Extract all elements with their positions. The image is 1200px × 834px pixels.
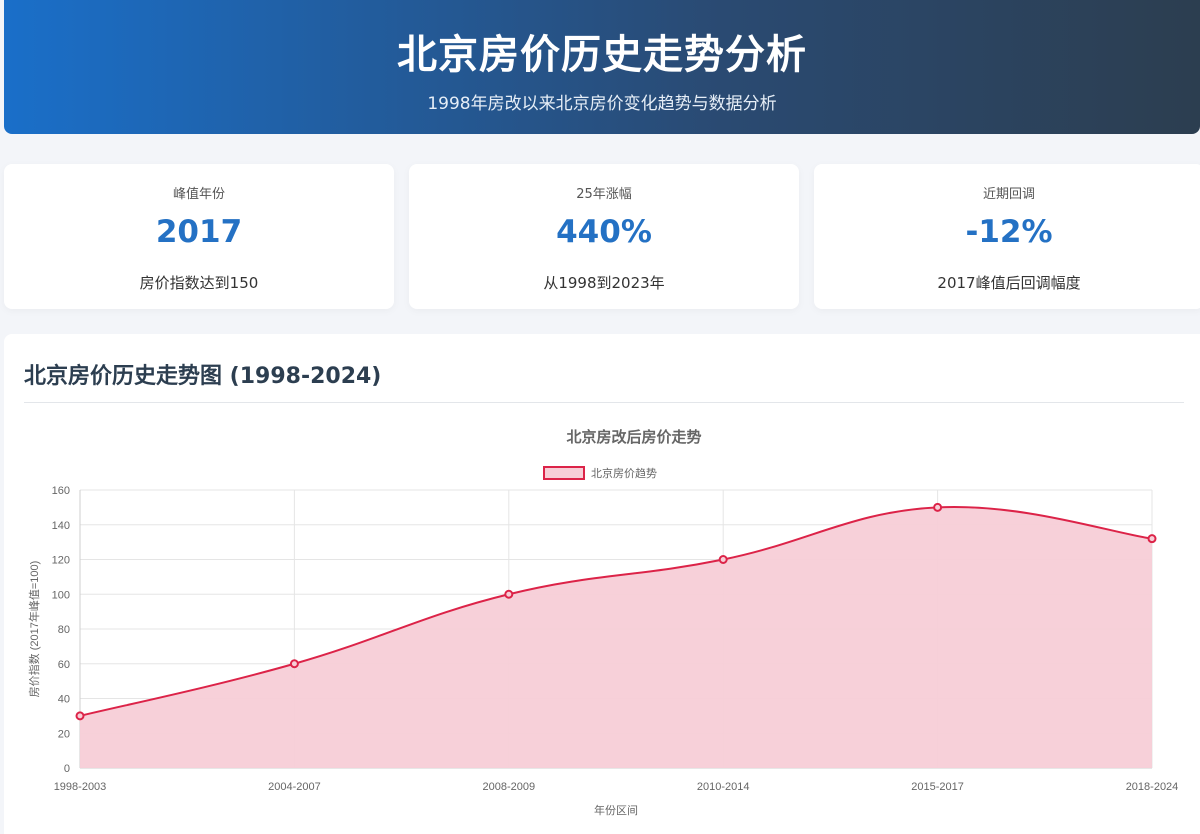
chart-panel: 北京房价历史走势图 (1998-2024) 0 20 40 60 80 100 120 140… — [4, 334, 1200, 834]
stat-label: 近期回调 — [982, 187, 1035, 202]
data-point — [504, 589, 514, 599]
stat-card-peak-year: 峰值年份 2017 房价指数达到150 — [4, 164, 394, 309]
data-point — [75, 711, 85, 721]
y-tick-label: 120 — [52, 555, 70, 567]
y-tick-label: 40 — [58, 694, 70, 706]
x-tick-label: 2004-2007 — [268, 781, 321, 793]
y-tick-label: 20 — [58, 728, 70, 740]
stat-value: 440% — [556, 214, 652, 250]
data-point — [933, 502, 943, 512]
stat-desc: 房价指数达到150 — [139, 274, 259, 292]
series-area — [80, 506, 1152, 768]
y-tick-label: 100 — [52, 589, 70, 601]
stat-card-growth: 25年涨幅 440% 从1998到2023年 — [409, 164, 799, 309]
y-tick-label: 0 — [64, 763, 70, 775]
x-tick-label: 2008-2009 — [482, 781, 535, 793]
page-subtitle: 1998年房改以来北京房价变化趋势与数据分析 — [427, 94, 777, 114]
y-tick-label: 60 — [58, 659, 70, 671]
legend-label: 北京房价趋势 — [591, 466, 657, 480]
x-axis-label: 年份区间 — [594, 803, 638, 817]
page-header: 北京房价历史走势分析 1998年房改以来北京房价变化趋势与数据分析 — [4, 0, 1200, 134]
x-tick-label: 2015-2017 — [911, 781, 964, 793]
chart-title: 北京房改后房价走势 — [566, 428, 701, 446]
x-tick-label: 2010-2014 — [697, 781, 750, 793]
stat-desc: 从1998到2023年 — [543, 274, 665, 292]
stat-label: 25年涨幅 — [576, 187, 632, 202]
stat-value: -12% — [965, 214, 1053, 250]
x-tick-label: 2018-2024 — [1126, 781, 1179, 793]
y-axis-label: 房价指数 (2017年峰值=100) — [27, 561, 41, 698]
legend-swatch — [543, 466, 585, 480]
y-tick-label: 160 — [52, 485, 70, 497]
data-point — [1147, 534, 1157, 544]
stat-desc: 2017峰值后回调幅度 — [937, 274, 1081, 292]
page-title: 北京房价历史走势分析 — [397, 32, 807, 78]
data-point — [289, 659, 299, 669]
y-tick-label: 140 — [52, 520, 70, 532]
stat-value: 2017 — [155, 214, 243, 250]
x-tick-label: 1998-2003 — [54, 781, 107, 793]
data-point — [718, 555, 728, 564]
y-tick-label: 80 — [58, 624, 70, 636]
stat-label: 峰值年份 — [172, 187, 225, 202]
stat-card-correction: 近期回调 -12% 2017峰值后回调幅度 — [814, 164, 1200, 309]
price-trend-chart: 0 20 40 60 80 100 120 140 160 1998-2003 2004-2007 2… — [27, 428, 1179, 817]
